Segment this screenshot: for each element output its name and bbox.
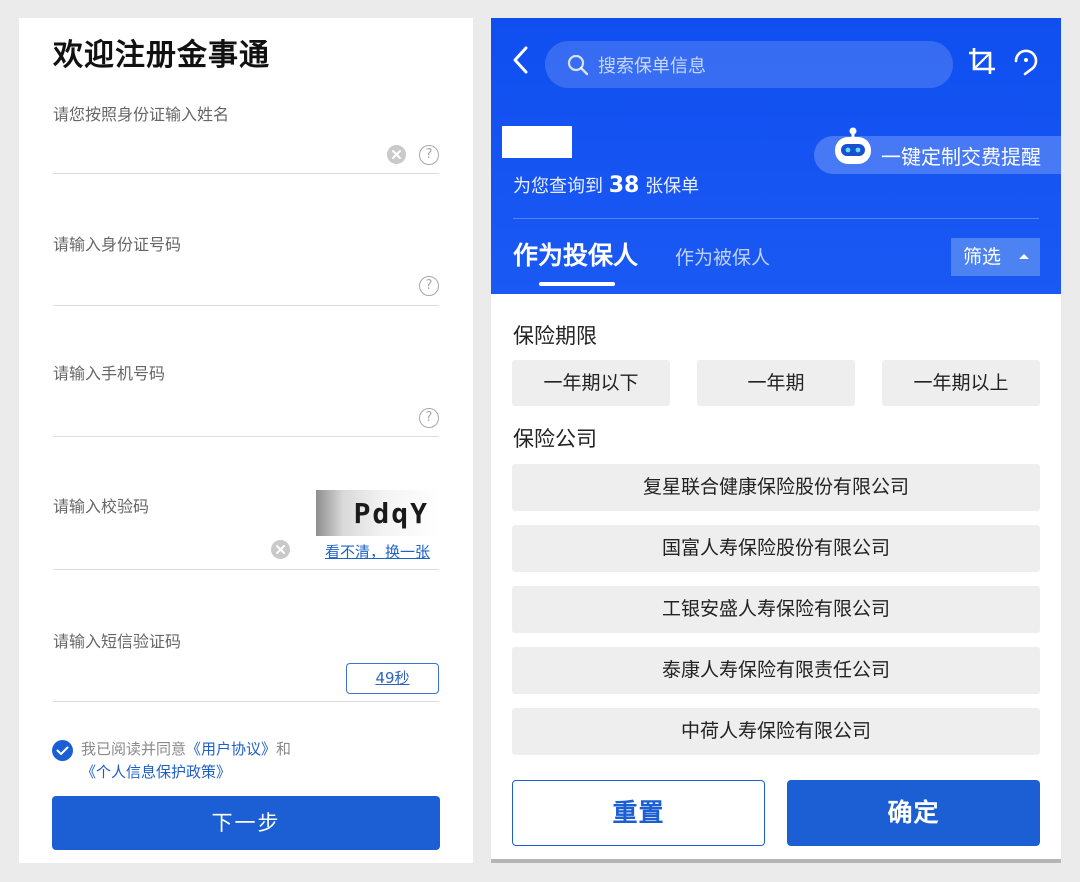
phone-label: 请输入手机号码 xyxy=(53,364,166,383)
company-section-title: 保险公司 xyxy=(513,427,597,451)
policy-count-prefix: 为您查询到 xyxy=(513,176,603,197)
help-icon[interactable]: ? xyxy=(419,408,439,428)
header: 搜索保单信息 一键定制交费提醒 为您查询到 38 张保单 作为投保人 作为被保人… xyxy=(491,18,1061,294)
clear-icon[interactable] xyxy=(387,145,406,164)
policy-count-value: 38 xyxy=(608,173,640,198)
company-option[interactable]: 工银安盛人寿保险有限公司 xyxy=(512,586,1040,633)
company-option[interactable]: 国富人寿保险股份有限公司 xyxy=(512,525,1040,572)
captcha-refresh-link[interactable]: 看不清，换一张 xyxy=(325,541,430,562)
name-field-underline[interactable] xyxy=(53,173,439,174)
search-icon xyxy=(567,54,589,80)
policy-count-suffix: 张保单 xyxy=(645,176,700,197)
company-option[interactable]: 泰康人寿保险有限责任公司 xyxy=(512,647,1040,694)
robot-icon xyxy=(832,126,874,172)
captcha-image[interactable]: PdqY xyxy=(316,490,439,536)
policy-count: 为您查询到 38 张保单 xyxy=(513,172,699,198)
sms-field-underline[interactable] xyxy=(53,701,439,702)
phone-field-underline[interactable] xyxy=(53,436,439,437)
agreement-text: 我已阅读并同意《用户协议》和《个人信息保护政策》 xyxy=(81,738,441,784)
customer-service-icon[interactable] xyxy=(1011,45,1041,81)
term-section-title: 保险期限 xyxy=(513,324,597,348)
company-option[interactable]: 复星联合健康保险股份有限公司 xyxy=(512,464,1040,511)
registration-panel: 欢迎注册金事通 请您按照身份证输入姓名 ? 请输入身份证号码 ? 请输入手机号码… xyxy=(19,18,473,863)
agreement-prefix: 我已阅读并同意 xyxy=(81,740,187,758)
term-chip-under-one-year[interactable]: 一年期以下 xyxy=(512,360,670,406)
term-chip-over-one-year[interactable]: 一年期以上 xyxy=(882,360,1040,406)
filter-button[interactable]: 筛选 xyxy=(951,238,1040,276)
filter-label: 筛选 xyxy=(963,246,1002,268)
caret-up-icon xyxy=(1019,254,1029,259)
term-chip-one-year[interactable]: 一年期 xyxy=(697,360,855,406)
tab-as-policyholder[interactable]: 作为投保人 xyxy=(513,236,638,272)
captcha-field-underline[interactable] xyxy=(53,569,439,570)
sms-countdown-button[interactable]: 49秒 xyxy=(346,663,439,694)
clear-icon[interactable] xyxy=(271,540,290,559)
id-number-label: 请输入身份证号码 xyxy=(53,235,182,254)
user-agreement-link[interactable]: 《用户协议》 xyxy=(186,740,276,758)
masked-user-name xyxy=(502,126,572,158)
captcha-label: 请输入校验码 xyxy=(53,497,150,516)
header-divider xyxy=(513,218,1039,219)
confirm-button[interactable]: 确定 xyxy=(787,780,1040,846)
back-icon[interactable] xyxy=(510,45,532,79)
name-label: 请您按照身份证输入姓名 xyxy=(53,105,230,124)
agreement-and: 和 xyxy=(276,740,292,758)
privacy-policy-link[interactable]: 《个人信息保护政策》 xyxy=(81,763,231,781)
id-number-field-underline[interactable] xyxy=(53,305,439,306)
help-icon[interactable]: ? xyxy=(419,145,439,165)
agree-checkbox[interactable] xyxy=(52,740,73,761)
payment-reminder-label[interactable]: 一键定制交费提醒 xyxy=(881,141,1041,170)
search-bar[interactable]: 搜索保单信息 xyxy=(545,41,953,88)
help-icon[interactable]: ? xyxy=(419,276,439,296)
sms-code-label: 请输入短信验证码 xyxy=(53,632,182,651)
policy-filter-panel: 搜索保单信息 一键定制交费提醒 为您查询到 38 张保单 作为投保人 作为被保人… xyxy=(491,18,1061,863)
next-step-button[interactable]: 下一步 xyxy=(52,796,440,850)
search-placeholder: 搜索保单信息 xyxy=(598,56,706,77)
active-tab-indicator xyxy=(539,282,615,286)
company-option[interactable]: 中荷人寿保险有限公司 xyxy=(512,708,1040,755)
page-title: 欢迎注册金事通 xyxy=(53,38,270,73)
tab-as-insured[interactable]: 作为被保人 xyxy=(675,243,770,270)
bottom-divider xyxy=(491,859,1061,863)
reset-button[interactable]: 重置 xyxy=(512,780,765,846)
crop-icon[interactable] xyxy=(967,46,997,80)
